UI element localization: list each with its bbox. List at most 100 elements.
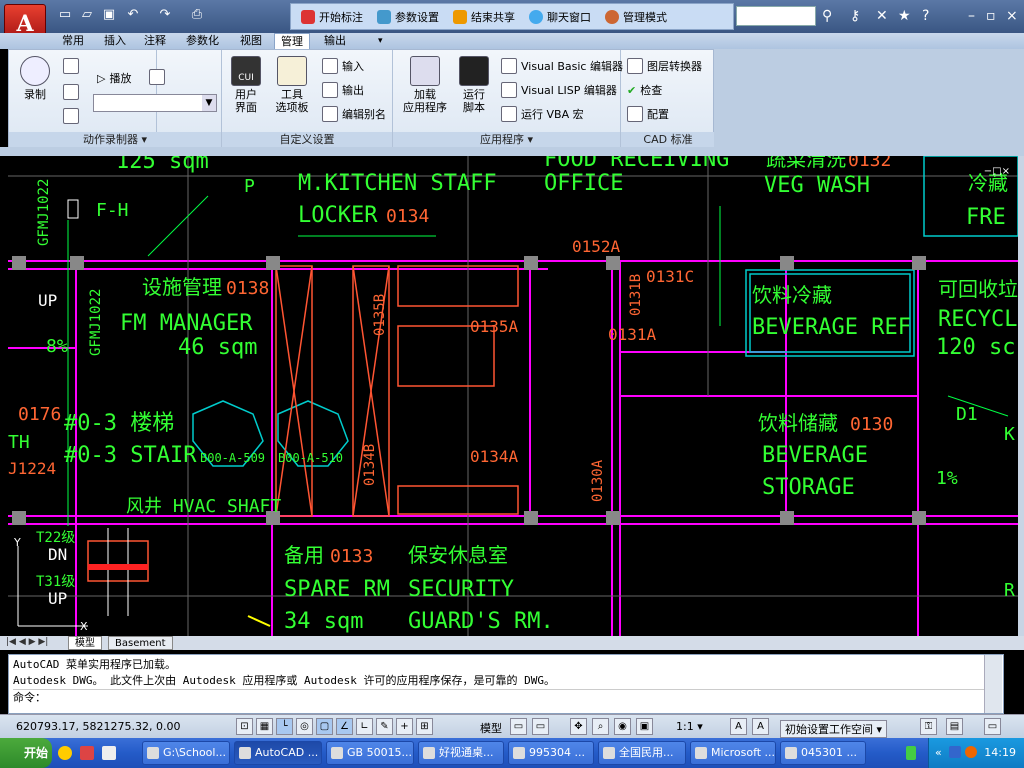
import-button[interactable]: 输入 bbox=[322, 58, 364, 74]
new-icon[interactable]: ▭ bbox=[56, 7, 74, 23]
run-script-button[interactable]: 运行 脚本 bbox=[455, 56, 493, 114]
chat-window-button[interactable]: 聊天窗口 bbox=[529, 9, 591, 25]
edit-alias-button[interactable]: 编辑别名 bbox=[322, 106, 386, 122]
key-icon[interactable]: ⚷ bbox=[850, 8, 860, 24]
lineweight-icon[interactable]: + bbox=[396, 718, 413, 735]
taskbar-item[interactable]: 995304 ... bbox=[508, 741, 594, 765]
pan-icon[interactable]: ✥ bbox=[570, 718, 587, 735]
tab-view[interactable]: 视图 bbox=[234, 33, 268, 49]
otrack-icon[interactable]: ∠ bbox=[336, 718, 353, 735]
tab-parametric[interactable]: 参数化 bbox=[180, 33, 225, 49]
redo-icon[interactable]: ↷ bbox=[156, 7, 174, 23]
tab-output[interactable]: 输出 bbox=[318, 33, 352, 49]
macro-select[interactable]: ▼ bbox=[93, 94, 217, 112]
ribbon-toggle-icon[interactable]: ▾ bbox=[372, 33, 389, 49]
dyn-icon[interactable]: ✎ bbox=[376, 718, 393, 735]
taskbar-item[interactable]: GB 50015... bbox=[326, 741, 414, 765]
taskbar-item[interactable]: AutoCAD ... bbox=[234, 741, 322, 765]
layer-translator-button[interactable]: 图层转换器 bbox=[627, 58, 702, 74]
play-button[interactable]: ▷ 播放 bbox=[97, 70, 131, 86]
tray-expand-icon[interactable]: « bbox=[935, 746, 942, 759]
tab-home[interactable]: 常用 bbox=[56, 33, 90, 49]
save-icon[interactable]: ▣ bbox=[100, 7, 118, 23]
panel-title[interactable]: 应用程序 ▾ bbox=[393, 132, 620, 148]
star-icon[interactable]: ★ bbox=[898, 8, 911, 24]
load-application-button[interactable]: 加载 应用程序 bbox=[399, 56, 451, 114]
taskbar-item[interactable]: 045301 ... bbox=[780, 741, 866, 765]
settings-button[interactable]: 参数设置 bbox=[377, 9, 439, 25]
binoculars-icon[interactable]: ⚲ bbox=[822, 8, 832, 24]
layout-icon[interactable]: ▭ bbox=[510, 718, 527, 735]
annotation-icon[interactable] bbox=[63, 58, 79, 74]
layout-switch-icon[interactable]: ▭ bbox=[532, 718, 549, 735]
taskbar-item[interactable]: 好视通桌... bbox=[418, 741, 504, 765]
battery-icon[interactable] bbox=[906, 746, 916, 760]
panel-title[interactable]: 动作录制器 ▾ bbox=[9, 132, 221, 148]
maximize-icon[interactable]: ▫ bbox=[986, 8, 996, 24]
quicklaunch-icon[interactable] bbox=[80, 746, 94, 760]
command-prompt[interactable]: 命令： bbox=[13, 689, 999, 706]
osnap-icon[interactable]: ▢ bbox=[316, 718, 333, 735]
clock[interactable]: 14:19 bbox=[984, 746, 1016, 759]
minimize-icon[interactable]: – bbox=[968, 8, 975, 24]
close-icon[interactable]: × bbox=[1006, 8, 1018, 24]
hardware-acceleration-icon[interactable]: ▤ bbox=[946, 718, 963, 735]
end-share-button[interactable]: 结束共享 bbox=[453, 9, 515, 25]
insert-message-icon[interactable] bbox=[63, 84, 79, 100]
undo-icon[interactable]: ↶ bbox=[124, 7, 142, 23]
command-scrollbar[interactable] bbox=[984, 655, 1002, 713]
open-icon[interactable]: ▱ bbox=[78, 7, 96, 23]
taskbar-item[interactable]: Microsoft ... bbox=[690, 741, 776, 765]
snap-icon[interactable]: ⊡ bbox=[236, 718, 253, 735]
check-button[interactable]: ✔ 检查 bbox=[627, 82, 662, 98]
showmotion-icon[interactable]: ▣ bbox=[636, 718, 653, 735]
ducs-icon[interactable]: ∟ bbox=[356, 718, 373, 735]
annotation-scale[interactable]: 1:1 ▾ bbox=[676, 720, 703, 733]
search-input[interactable] bbox=[736, 6, 816, 26]
viewport-controls[interactable]: −□× bbox=[984, 166, 1010, 177]
export-button[interactable]: 输出 bbox=[322, 82, 364, 98]
drawing-area[interactable]: 125 sqm M.KITCHEN STAFF LOCKER 0134 FOOD… bbox=[8, 156, 1018, 636]
polar-icon[interactable]: ◎ bbox=[296, 718, 313, 735]
taskbar-item[interactable]: G:\School... bbox=[142, 741, 230, 765]
tab-insert[interactable]: 插入 bbox=[98, 33, 132, 49]
tab-annotate[interactable]: 注释 bbox=[138, 33, 172, 49]
configure-button[interactable]: 配置 bbox=[627, 106, 669, 122]
notification-icon[interactable] bbox=[965, 746, 977, 758]
start-button[interactable]: 开始 bbox=[0, 738, 52, 768]
network-icon[interactable] bbox=[949, 746, 961, 758]
zoom-icon[interactable]: ⌕ bbox=[592, 718, 609, 735]
tab-manage[interactable]: 管理 bbox=[274, 33, 310, 49]
start-annotation-button[interactable]: 开始标注 bbox=[301, 9, 363, 25]
vertical-scrollbar[interactable] bbox=[1018, 156, 1024, 636]
admin-mode-button[interactable]: 管理模式 bbox=[605, 9, 667, 25]
tab-basement[interactable]: Basement bbox=[108, 636, 173, 650]
taskbar-item[interactable]: 全国民用... bbox=[598, 741, 686, 765]
ortho-icon[interactable]: └ bbox=[276, 718, 293, 735]
lisp-editor-button[interactable]: Visual LISP 编辑器 bbox=[501, 82, 617, 98]
run-vba-macro-button[interactable]: 运行 VBA 宏 bbox=[501, 106, 584, 122]
quicklaunch-icon[interactable] bbox=[102, 746, 116, 760]
clean-screen-icon[interactable]: ▭ bbox=[984, 718, 1001, 735]
vba-editor-button[interactable]: Visual Basic 编辑器 bbox=[501, 58, 623, 74]
record-button[interactable]: 录制 bbox=[17, 56, 53, 101]
lock-icon[interactable]: ⚿ bbox=[920, 718, 937, 735]
quicklaunch-icon[interactable] bbox=[58, 746, 72, 760]
print-icon[interactable]: ⎙ bbox=[188, 7, 206, 23]
annotation-visibility-icon[interactable]: A bbox=[730, 718, 747, 735]
user-input-icon[interactable] bbox=[63, 108, 79, 124]
command-window[interactable]: AutoCAD 菜单实用程序已加载。 Autodesk DWG。 此文件上次由 … bbox=[8, 654, 1004, 714]
tool-palettes-button[interactable]: 工具 选项板 bbox=[272, 56, 312, 114]
tools-icon[interactable]: ✕ bbox=[876, 8, 888, 24]
model-space-label[interactable]: 模型 bbox=[480, 720, 502, 736]
grid-icon[interactable]: ▦ bbox=[256, 718, 273, 735]
annotation-autoscale-icon[interactable]: A bbox=[752, 718, 769, 735]
help-icon[interactable]: ? bbox=[922, 8, 929, 24]
tab-model[interactable]: 模型 bbox=[68, 636, 102, 650]
steering-wheel-icon[interactable]: ◉ bbox=[614, 718, 631, 735]
user-interface-button[interactable]: CUI 用户 界面 bbox=[228, 56, 264, 114]
preferences-icon[interactable] bbox=[149, 69, 165, 85]
tab-nav-arrows[interactable]: |◀ ◀ ▶ ▶| bbox=[6, 637, 48, 647]
workspace-switcher[interactable]: 初始设置工作空间 ▾ bbox=[780, 720, 888, 738]
qp-icon[interactable]: ⊞ bbox=[416, 718, 433, 735]
